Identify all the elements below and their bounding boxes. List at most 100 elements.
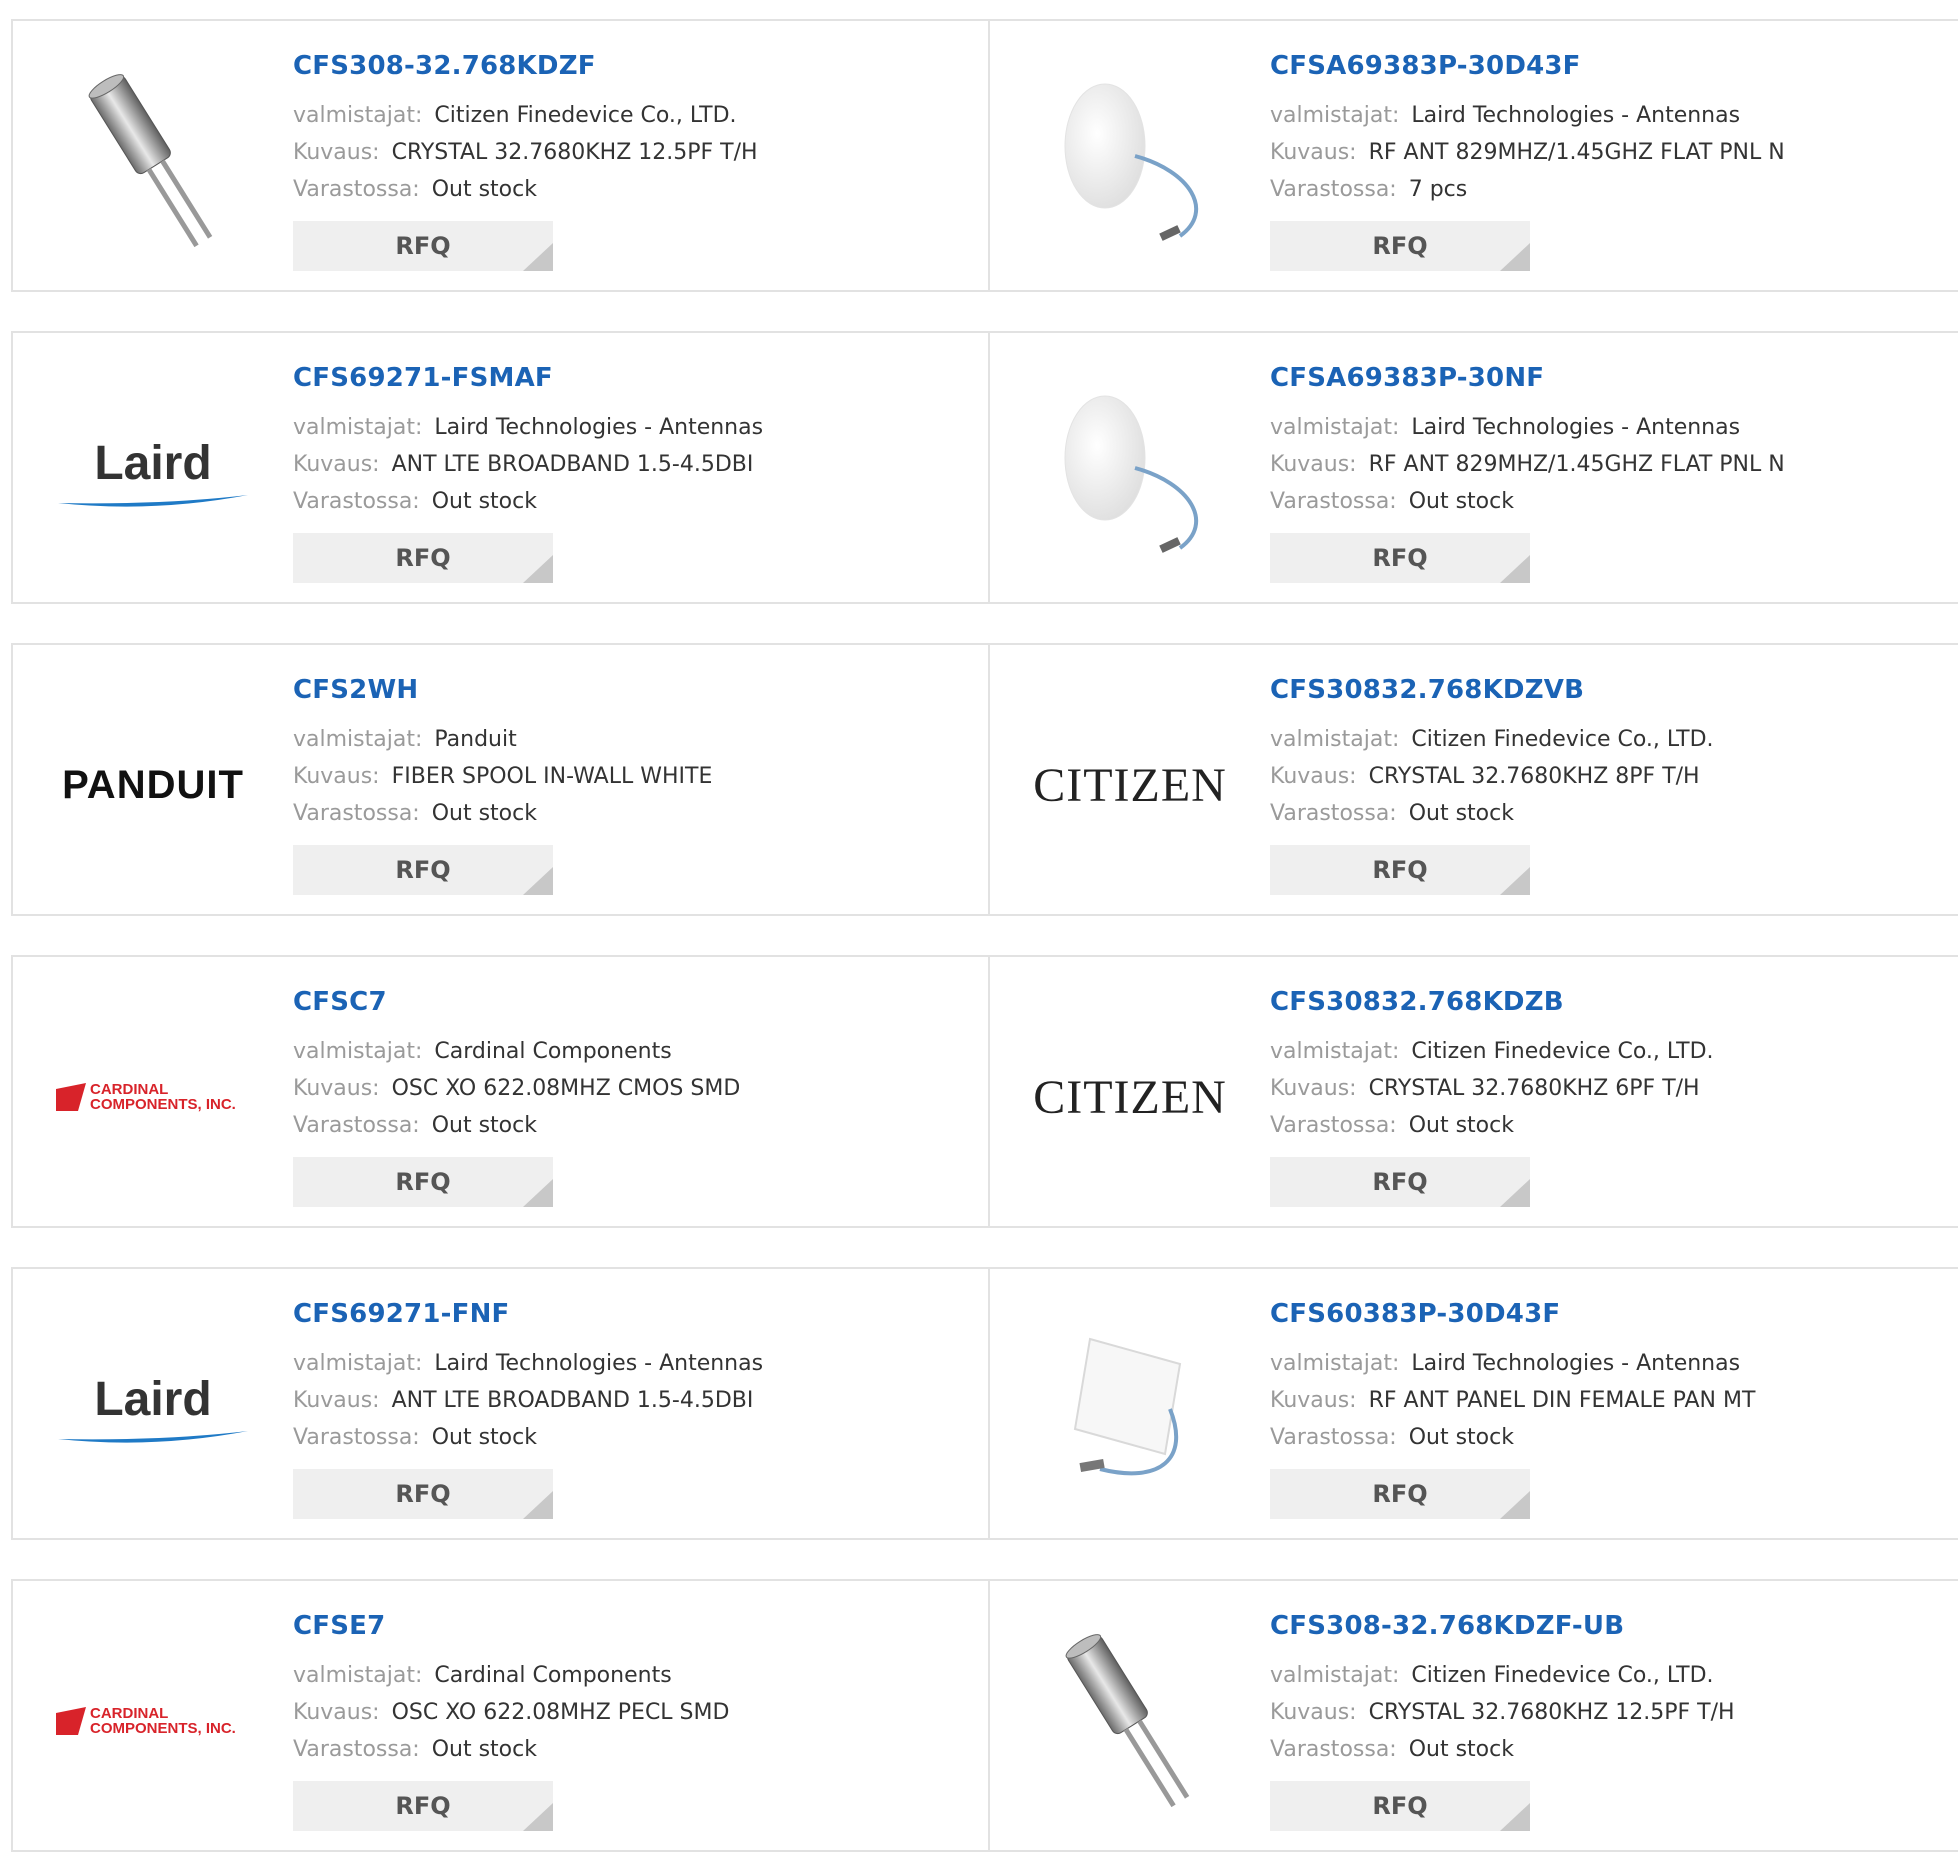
product-image[interactable]	[1028, 1307, 1232, 1511]
corner-triangle-icon	[523, 1803, 553, 1831]
manufacturer-line: valmistajat: Citizen Finedevice Co., LTD.	[1270, 1657, 1948, 1694]
stock-line: Varastossa: Out stock	[293, 795, 978, 832]
part-number-link[interactable]: CFSA69383P-30D43F	[1270, 51, 1948, 81]
product-row: CARDINAL COMPONENTS, INC. CFSC7 valmistaja…	[11, 955, 1958, 1228]
rfq-label: RFQ	[1372, 544, 1428, 572]
stock-line: Varastossa: Out stock	[293, 1731, 978, 1768]
part-number-link[interactable]: CFS308-32.768KDZF	[293, 51, 978, 81]
part-number-link[interactable]: CFS30832.768KDZVB	[1270, 675, 1948, 705]
description-value: RF ANT 829MHZ/1.45GHZ FLAT PNL N	[1368, 452, 1785, 477]
rfq-button[interactable]: RFQ	[293, 1469, 553, 1519]
product-image[interactable]	[1028, 371, 1232, 575]
rfq-button[interactable]: RFQ	[1270, 1469, 1530, 1519]
rfq-button[interactable]: RFQ	[293, 845, 553, 895]
manufacturer-value: Citizen Finedevice Co., LTD.	[1411, 1663, 1714, 1688]
description-label: Kuvaus:	[293, 1700, 380, 1725]
rfq-button[interactable]: RFQ	[293, 1157, 553, 1207]
product-image[interactable]: Laird	[51, 1307, 255, 1511]
product-image[interactable]: CARDINAL COMPONENTS, INC.	[51, 995, 255, 1199]
description-line: Kuvaus: RF ANT 829MHZ/1.45GHZ FLAT PNL N	[1270, 134, 1948, 171]
manufacturer-line: valmistajat: Cardinal Components	[293, 1033, 978, 1070]
corner-triangle-icon	[523, 243, 553, 271]
rfq-label: RFQ	[1372, 1792, 1428, 1820]
corner-triangle-icon	[1500, 1803, 1530, 1831]
rfq-button[interactable]: RFQ	[1270, 1781, 1530, 1831]
product-card: CFSA69383P-30D43F valmistajat: Laird Techn…	[990, 19, 1958, 292]
product-info: CFS308-32.768KDZF valmistajat: Citizen Fin…	[293, 51, 978, 208]
part-number-link[interactable]: CFS30832.768KDZB	[1270, 987, 1948, 1017]
description-label: Kuvaus:	[1270, 764, 1357, 789]
rfq-button[interactable]: RFQ	[293, 1781, 553, 1831]
part-number-link[interactable]: CFS2WH	[293, 675, 978, 705]
rfq-label: RFQ	[395, 856, 451, 884]
rfq-label: RFQ	[1372, 1168, 1428, 1196]
part-number-link[interactable]: CFS308-32.768KDZF-UB	[1270, 1611, 1948, 1641]
stock-line: Varastossa: Out stock	[293, 171, 978, 208]
product-card: CARDINAL COMPONENTS, INC. CFSE7 valmistaja…	[11, 1579, 990, 1852]
rfq-label: RFQ	[395, 1480, 451, 1508]
rfq-button[interactable]: RFQ	[293, 221, 553, 271]
product-image[interactable]: Laird	[51, 371, 255, 575]
corner-triangle-icon	[523, 867, 553, 895]
product-image[interactable]: PANDUIT	[51, 683, 255, 887]
manufacturer-line: valmistajat: Laird Technologies - Antenna…	[1270, 97, 1948, 134]
product-image[interactable]: CARDINAL COMPONENTS, INC.	[51, 1619, 255, 1823]
laird-logo: Laird	[53, 436, 253, 511]
rfq-button[interactable]: RFQ	[1270, 221, 1530, 271]
stock-label: Varastossa:	[293, 801, 420, 826]
product-info: CFSE7 valmistajat: Cardinal Components Kuva…	[293, 1611, 978, 1768]
product-card: CITIZEN CFS30832.768KDZVB valmistajat: Citi…	[990, 643, 1958, 916]
laird-swoosh-icon	[58, 1430, 248, 1443]
description-label: Kuvaus:	[1270, 452, 1357, 477]
stock-label: Varastossa:	[293, 1737, 420, 1762]
stock-label: Varastossa:	[1270, 1113, 1397, 1138]
rfq-button[interactable]: RFQ	[1270, 1157, 1530, 1207]
part-number-link[interactable]: CFSA69383P-30NF	[1270, 363, 1948, 393]
laird-logo-text: Laird	[94, 1372, 212, 1426]
product-image[interactable]	[1028, 59, 1232, 263]
description-value: FIBER SPOOL IN-WALL WHITE	[391, 764, 713, 789]
part-number-link[interactable]: CFS60383P-30D43F	[1270, 1299, 1948, 1329]
stock-label: Varastossa:	[293, 1425, 420, 1450]
corner-triangle-icon	[523, 1491, 553, 1519]
product-image[interactable]: CITIZEN	[1028, 683, 1232, 887]
rfq-label: RFQ	[1372, 1480, 1428, 1508]
stock-label: Varastossa:	[1270, 801, 1397, 826]
part-number-link[interactable]: CFS69271-FSMAF	[293, 363, 978, 393]
round-antenna-icon	[1064, 395, 1199, 553]
cardinal-mark-icon	[56, 1083, 86, 1111]
product-image[interactable]	[1028, 1619, 1232, 1823]
stock-value: Out stock	[431, 1737, 537, 1762]
part-number-link[interactable]: CFSC7	[293, 987, 978, 1017]
manufacturer-value: Citizen Finedevice Co., LTD.	[434, 103, 737, 128]
crystal-can-icon	[1065, 1634, 1190, 1808]
description-value: RF ANT 829MHZ/1.45GHZ FLAT PNL N	[1368, 140, 1785, 165]
cardinal-logo: CARDINAL COMPONENTS, INC.	[56, 1082, 250, 1112]
manufacturer-value: Cardinal Components	[434, 1663, 672, 1688]
product-info: CFS69271-FNF valmistajat: Laird Technologi…	[293, 1299, 978, 1456]
description-label: Kuvaus:	[293, 1388, 380, 1413]
part-number-link[interactable]: CFSE7	[293, 1611, 978, 1641]
stock-value: 7 pcs	[1408, 177, 1468, 202]
product-info: CFS30832.768KDZB valmistajat: Citizen Fine…	[1270, 987, 1948, 1144]
product-card: Laird CFS69271-FNF valmistajat: Laird Tech…	[11, 1267, 990, 1540]
rfq-button[interactable]: RFQ	[1270, 845, 1530, 895]
manufacturer-value: Laird Technologies - Antennas	[1411, 103, 1741, 128]
manufacturer-line: valmistajat: Laird Technologies - Antenna…	[1270, 1345, 1948, 1382]
description-value: RF ANT PANEL DIN FEMALE PAN MT	[1368, 1388, 1756, 1413]
rfq-label: RFQ	[395, 232, 451, 260]
rfq-button[interactable]: RFQ	[1270, 533, 1530, 583]
stock-line: Varastossa: Out stock	[1270, 1419, 1948, 1456]
description-line: Kuvaus: ANT LTE BROADBAND 1.5-4.5DBI	[293, 446, 978, 483]
part-number-link[interactable]: CFS69271-FNF	[293, 1299, 978, 1329]
manufacturer-label: valmistajat:	[293, 103, 423, 128]
product-row: PANDUIT CFS2WH valmistajat: Panduit Kuvaus: F…	[11, 643, 1958, 916]
description-label: Kuvaus:	[1270, 1700, 1357, 1725]
stock-label: Varastossa:	[1270, 1737, 1397, 1762]
product-image[interactable]	[51, 59, 255, 263]
stock-value: Out stock	[431, 1425, 537, 1450]
product-image[interactable]: CITIZEN	[1028, 995, 1232, 1199]
stock-line: Varastossa: Out stock	[1270, 1107, 1948, 1144]
rfq-button[interactable]: RFQ	[293, 533, 553, 583]
product-card: CFS60383P-30D43F valmistajat: Laird Techno…	[990, 1267, 1958, 1540]
